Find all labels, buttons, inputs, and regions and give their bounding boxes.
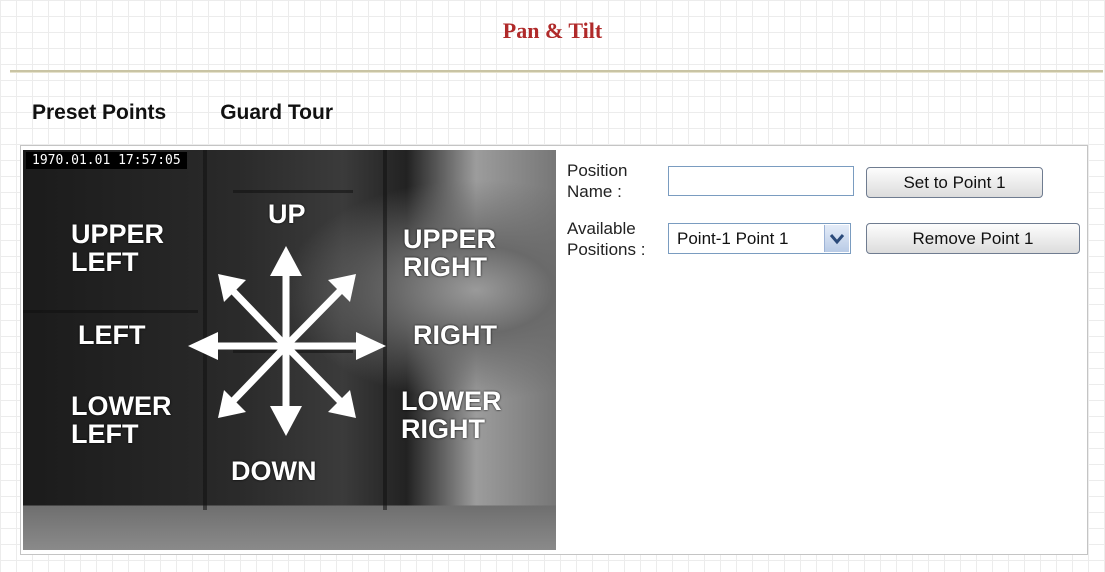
title-divider — [10, 70, 1103, 73]
remove-point-button[interactable]: Remove Point 1 — [866, 223, 1080, 254]
pan-lower-right-button[interactable]: LOWER RIGHT — [401, 387, 502, 443]
pan-upper-right-button[interactable]: UPPER RIGHT — [403, 225, 496, 281]
door-panel — [233, 190, 353, 193]
direction-arrows-icon — [188, 246, 386, 436]
page-title: Pan & Tilt — [502, 18, 603, 43]
available-positions-label: Available Positions : — [567, 219, 646, 259]
door-panel — [23, 310, 198, 313]
camera-video[interactable]: 1970.01.01 17:57:05 UP UPPER LEFT UPPER … — [23, 150, 556, 550]
tab-preset-points[interactable]: Preset Points — [32, 101, 166, 125]
video-timestamp: 1970.01.01 17:57:05 — [26, 152, 187, 169]
pan-right-button[interactable]: RIGHT — [413, 321, 497, 349]
pan-up-button[interactable]: UP — [268, 200, 306, 228]
chevron-down-icon[interactable] — [824, 225, 849, 252]
pan-upper-left-button[interactable]: UPPER LEFT — [71, 220, 164, 276]
pan-down-button[interactable]: DOWN — [231, 457, 316, 485]
position-name-input[interactable] — [668, 166, 854, 196]
available-positions-select[interactable]: Point-1 Point 1 — [668, 223, 851, 254]
set-point-button[interactable]: Set to Point 1 — [866, 167, 1043, 198]
pan-lower-left-button[interactable]: LOWER LEFT — [71, 392, 172, 448]
pan-left-button[interactable]: LEFT — [78, 321, 146, 349]
position-name-label: Position Name : — [567, 161, 628, 201]
pan-tilt-panel: 1970.01.01 17:57:05 UP UPPER LEFT UPPER … — [20, 145, 1088, 555]
tab-guard-tour[interactable]: Guard Tour — [220, 101, 333, 125]
available-positions-value: Point-1 Point 1 — [677, 229, 789, 248]
tab-bar: Preset Points Guard Tour — [32, 101, 333, 125]
